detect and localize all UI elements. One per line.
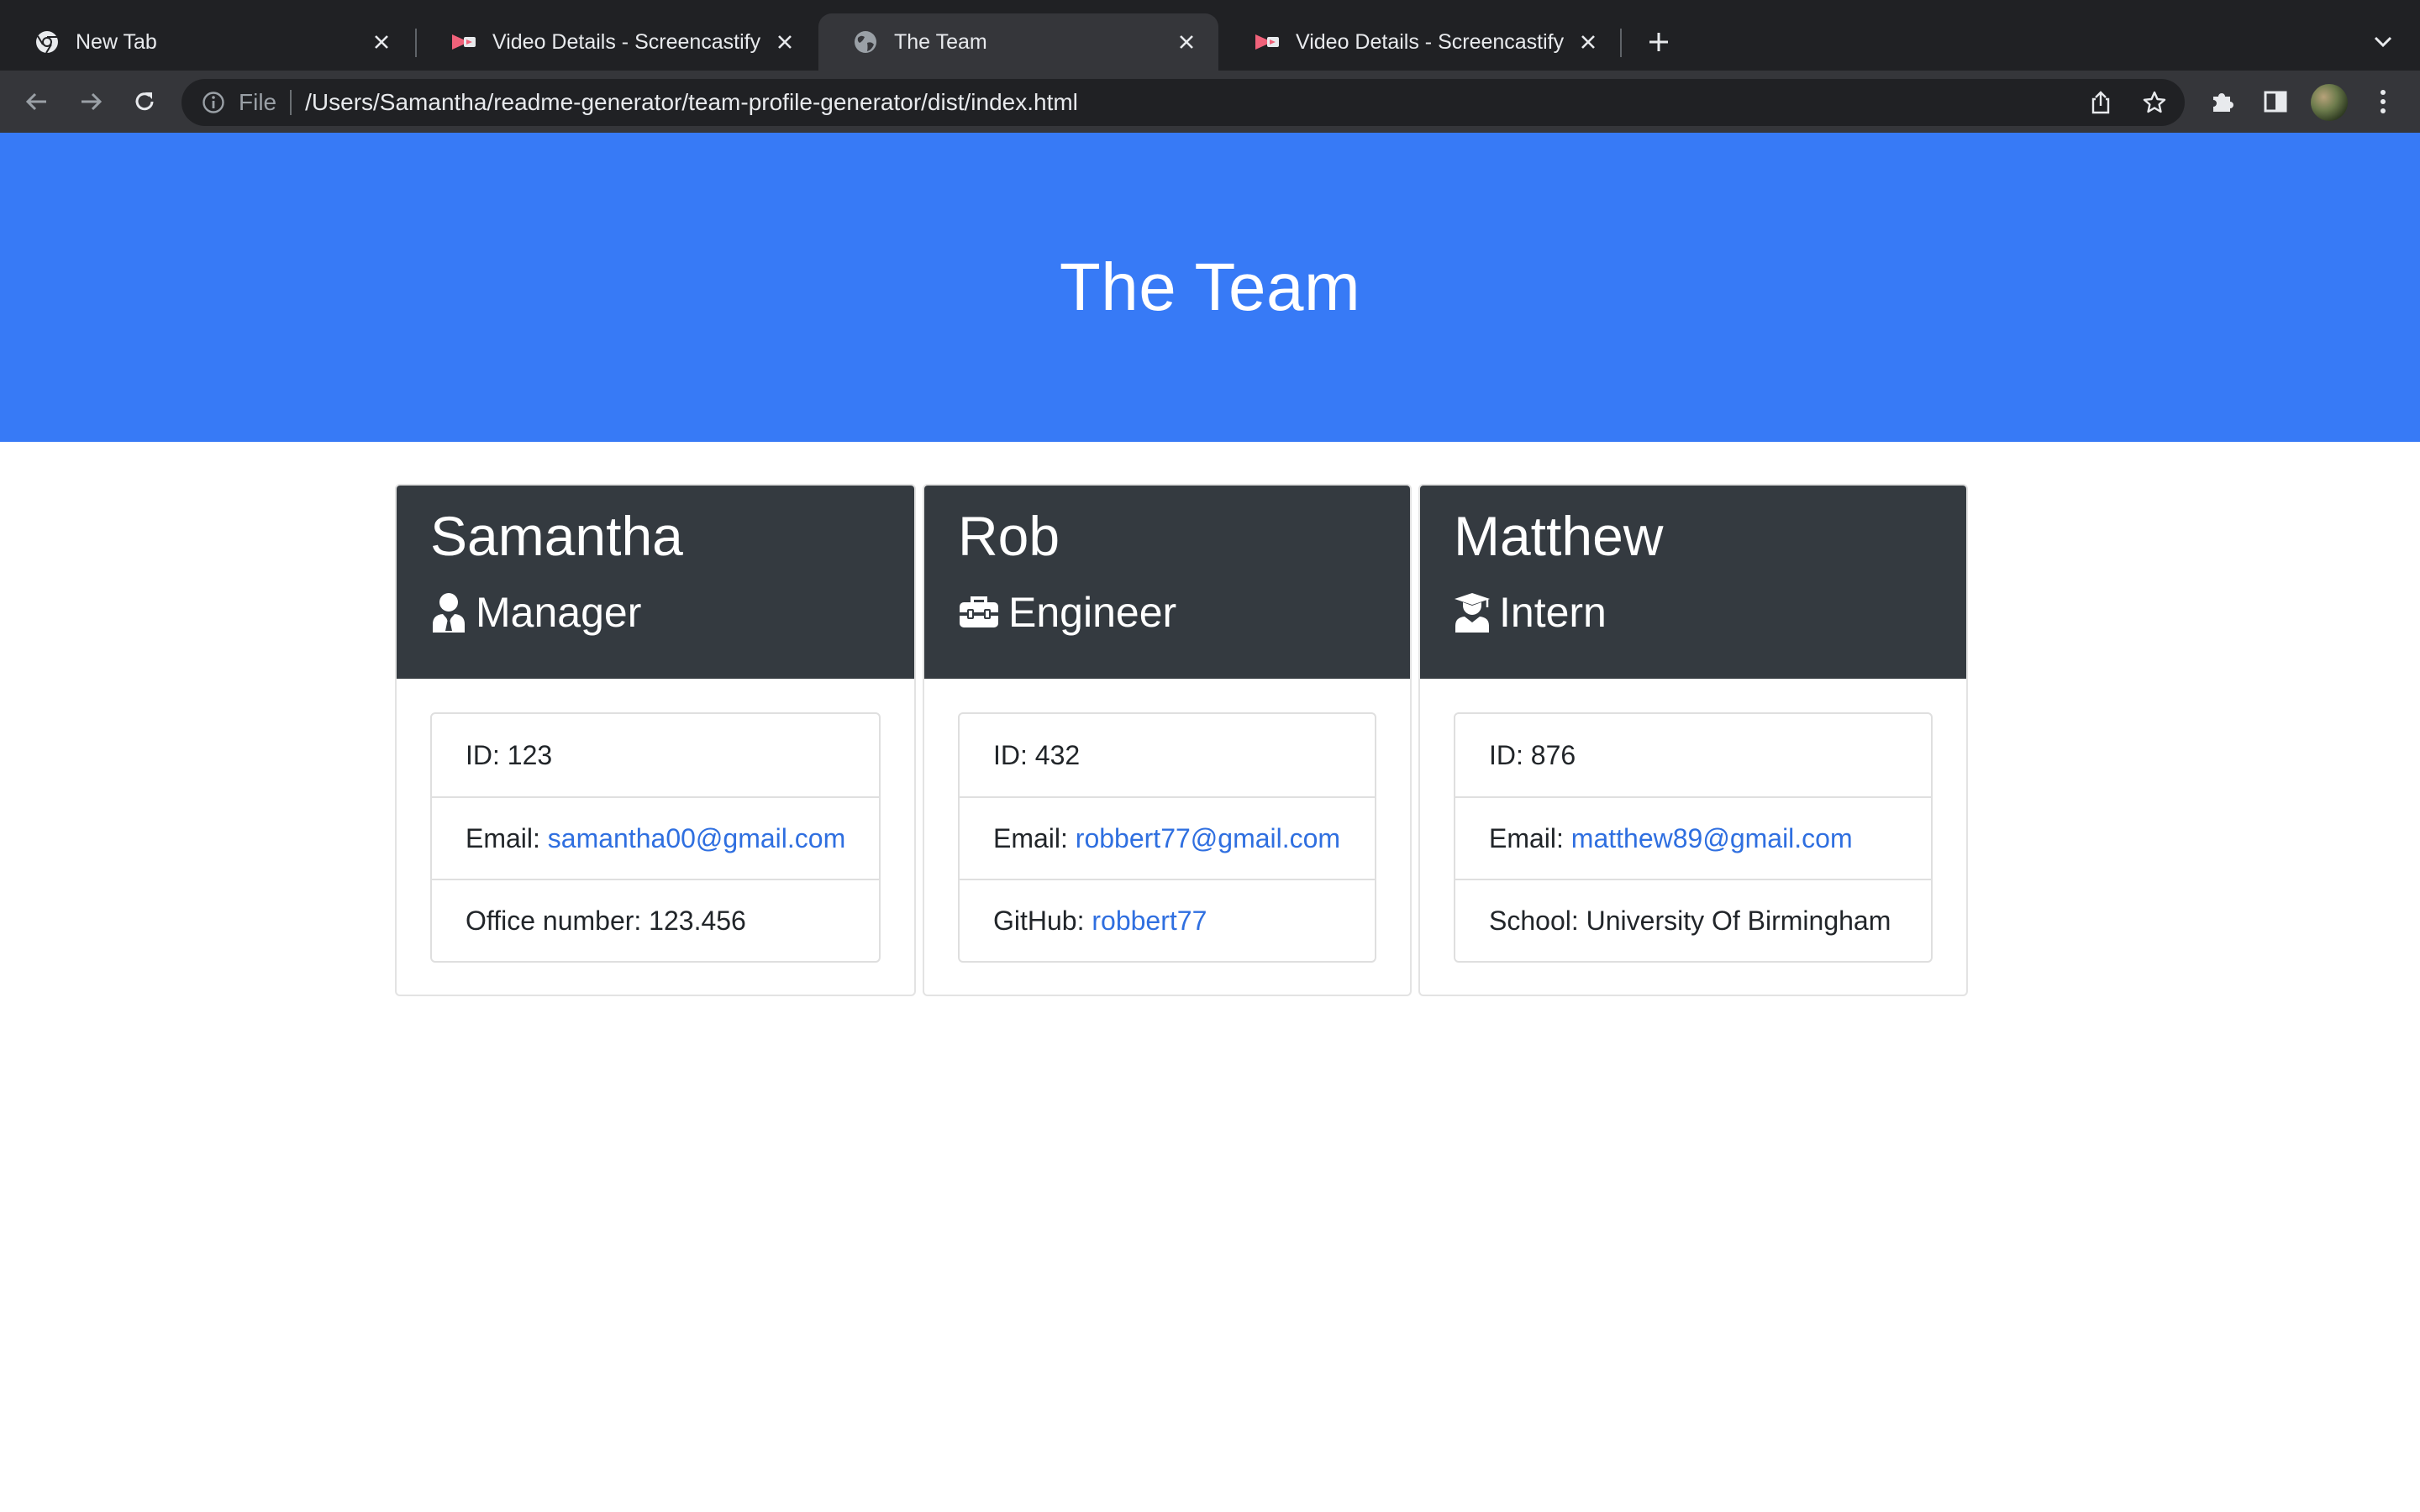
info-list: ID: 123 Email: samantha00@gmail.com Offi… bbox=[430, 712, 881, 963]
employee-id-text: ID: 123 bbox=[466, 739, 553, 770]
user-tie-icon bbox=[430, 591, 467, 633]
arrow-left-icon bbox=[25, 92, 46, 111]
employee-role: Engineer bbox=[958, 588, 1176, 637]
employee-email: Email: robbert77@gmail.com bbox=[960, 796, 1375, 879]
employee-card-manager: Samantha Manager ID: 123 Email: samantha… bbox=[395, 484, 916, 996]
url-scheme-label: File bbox=[239, 89, 277, 115]
info-list: ID: 876 Email: matthew89@gmail.com Schoo… bbox=[1454, 712, 1933, 963]
employee-role: Manager bbox=[430, 588, 641, 637]
bookmark-star-icon[interactable] bbox=[2138, 86, 2171, 119]
email-link[interactable]: matthew89@gmail.com bbox=[1571, 823, 1853, 854]
extensions-button[interactable] bbox=[2203, 83, 2240, 120]
github: GitHub: robbert77 bbox=[960, 879, 1375, 961]
screencastify-icon bbox=[450, 29, 477, 55]
back-button[interactable] bbox=[18, 83, 55, 120]
page-header: The Team bbox=[0, 133, 2420, 442]
tab-title: Video Details - Screencastify bbox=[1296, 29, 1565, 54]
tab-new-tab[interactable]: New Tab bbox=[0, 13, 413, 71]
employee-card-engineer: Rob Engineer ID: 432 Email: robbert77@gm… bbox=[923, 484, 1412, 996]
address-divider bbox=[290, 90, 292, 115]
email-link[interactable]: robbert77@gmail.com bbox=[1076, 823, 1340, 854]
card-header: Rob Engineer bbox=[924, 486, 1410, 679]
reload-button[interactable] bbox=[126, 83, 163, 120]
tab-the-team[interactable]: The Team bbox=[818, 13, 1218, 71]
office-number-text: Office number: 123.456 bbox=[466, 905, 746, 936]
screencastify-icon bbox=[1254, 29, 1281, 55]
tab-title: The Team bbox=[894, 29, 987, 54]
employee-id: ID: 432 bbox=[960, 714, 1375, 796]
card-header: Matthew Intern bbox=[1420, 486, 1966, 679]
employee-id-text: ID: 432 bbox=[993, 739, 1081, 770]
forward-button[interactable] bbox=[72, 83, 109, 120]
employee-role-label: Engineer bbox=[1008, 589, 1177, 636]
info-icon[interactable] bbox=[200, 89, 227, 116]
puzzle-icon bbox=[2213, 93, 2233, 112]
close-icon[interactable] bbox=[1575, 29, 1602, 55]
school-text: School: University Of Birmingham bbox=[1489, 905, 1891, 936]
close-icon[interactable] bbox=[771, 29, 798, 55]
side-panel-button[interactable] bbox=[2257, 83, 2294, 120]
employee-id: ID: 123 bbox=[432, 714, 879, 796]
tab-separator bbox=[1620, 29, 1622, 57]
github-label: GitHub: bbox=[993, 905, 1085, 936]
url-text[interactable]: /Users/Samantha/readme-generator/team-pr… bbox=[305, 89, 1078, 116]
share-icon[interactable] bbox=[2084, 86, 2118, 119]
chrome-icon bbox=[34, 29, 60, 55]
card-header: Samantha Manager bbox=[397, 486, 914, 679]
tab-video-details-1[interactable]: Video Details - Screencastify bbox=[417, 13, 817, 71]
reload-icon bbox=[135, 92, 154, 111]
avatar[interactable] bbox=[2311, 84, 2348, 121]
close-icon[interactable] bbox=[368, 29, 395, 55]
browser-toolbar: File /Users/Samantha/readme-generator/te… bbox=[0, 71, 2420, 133]
github-link[interactable]: robbert77 bbox=[1092, 906, 1207, 937]
tab-strip: New Tab Video Details - Screencastify Th… bbox=[0, 0, 2420, 71]
page-title: The Team bbox=[1059, 249, 1361, 324]
user-graduate-icon bbox=[1454, 591, 1491, 633]
tab-search-button[interactable] bbox=[2366, 25, 2400, 59]
tab-title: Video Details - Screencastify bbox=[492, 29, 761, 54]
plus-icon bbox=[1649, 33, 1668, 51]
employee-role: Intern bbox=[1454, 588, 1607, 637]
employee-id-text: ID: 876 bbox=[1489, 739, 1576, 770]
info-list: ID: 432 Email: robbert77@gmail.com GitHu… bbox=[958, 712, 1376, 963]
tab-video-details-2[interactable]: Video Details - Screencastify bbox=[1220, 13, 1620, 71]
new-tab-button[interactable] bbox=[1640, 24, 1677, 60]
email-link[interactable]: samantha00@gmail.com bbox=[548, 823, 845, 854]
globe-icon bbox=[852, 29, 879, 55]
chevron-down-icon bbox=[2374, 36, 2392, 48]
menu-button[interactable] bbox=[2365, 83, 2402, 120]
email-label: Email: bbox=[466, 822, 540, 853]
employee-id: ID: 876 bbox=[1455, 714, 1931, 796]
arrow-right-icon bbox=[82, 92, 103, 111]
office-number: Office number: 123.456 bbox=[432, 879, 879, 961]
toolbox-icon bbox=[958, 591, 1000, 633]
page-content: The Team Samantha Manager ID: 123 Email:… bbox=[0, 133, 2420, 1512]
employee-card-intern: Matthew Intern ID: 876 Email: matthew89@… bbox=[1418, 484, 1968, 996]
employee-email: Email: samantha00@gmail.com bbox=[432, 796, 879, 879]
more-vertical-icon bbox=[2381, 90, 2386, 113]
employee-role-label: Intern bbox=[1499, 589, 1607, 636]
email-label: Email: bbox=[1489, 822, 1564, 853]
tab-title: New Tab bbox=[76, 29, 157, 54]
employee-role-label: Manager bbox=[476, 589, 642, 636]
employee-name: Samantha bbox=[430, 505, 683, 567]
school: School: University Of Birmingham bbox=[1455, 879, 1931, 961]
email-label: Email: bbox=[993, 822, 1068, 853]
employee-name: Matthew bbox=[1454, 505, 1664, 567]
close-icon[interactable] bbox=[1173, 29, 1200, 55]
side-panel-icon bbox=[2264, 91, 2287, 113]
employee-email: Email: matthew89@gmail.com bbox=[1455, 796, 1931, 879]
address-bar[interactable]: File /Users/Samantha/readme-generator/te… bbox=[182, 79, 2185, 126]
employee-name: Rob bbox=[958, 505, 1060, 567]
